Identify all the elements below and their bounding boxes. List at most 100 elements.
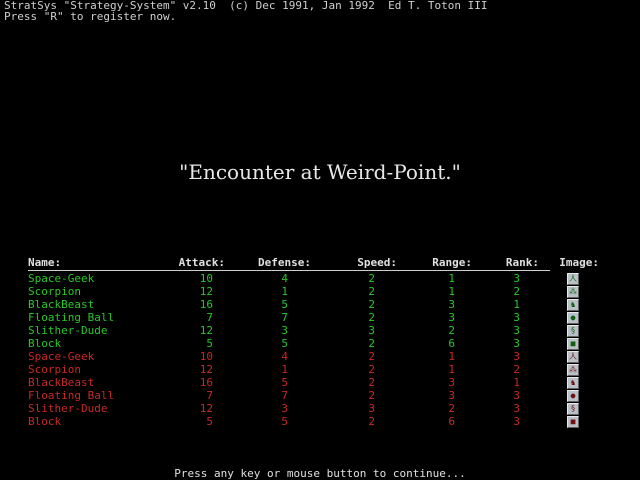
range-value: 1 — [448, 363, 455, 376]
speed-value: 2 — [368, 272, 375, 285]
unit-image-cell: 人 — [539, 350, 599, 363]
defense-value: 7 — [281, 389, 288, 402]
rank-value: 3 — [513, 402, 520, 415]
block-icon: ■ — [567, 416, 579, 428]
table-header-row: Name: Attack: Defense: Speed: Range: Ran… — [28, 256, 599, 269]
unit-name: Scorpion — [28, 285, 81, 298]
speed-value: 2 — [368, 350, 375, 363]
speed-value: 2 — [368, 298, 375, 311]
range-value: 2 — [448, 402, 455, 415]
unit-row: Block 5 5 2 6 3 ■ — [28, 337, 599, 350]
defense-value: 3 — [281, 402, 288, 415]
unit-image-cell: ■ — [539, 337, 599, 350]
attack-value: 12 — [199, 285, 213, 298]
attack-value: 7 — [206, 311, 213, 324]
rank-value: 1 — [513, 376, 520, 389]
unit-row: Slither-Dude 12 3 3 2 3 § — [28, 402, 599, 415]
unit-name: Slither-Dude — [28, 324, 108, 337]
unit-name: Space-Geek — [28, 272, 95, 285]
unit-name: Slither-Dude — [28, 402, 108, 415]
defense-value: 5 — [281, 376, 288, 389]
speed-value: 3 — [368, 402, 375, 415]
unit-image-cell: ■ — [539, 415, 599, 428]
attack-value: 16 — [199, 376, 213, 389]
defense-value: 4 — [281, 272, 288, 285]
unit-row: Slither-Dude 12 3 3 2 3 § — [28, 324, 599, 337]
range-value: 6 — [448, 415, 455, 428]
black-beast-icon: ♞ — [567, 299, 579, 311]
speed-value: 2 — [368, 337, 375, 350]
game-screen[interactable]: StratSys "Strategy-System" v2.10 (c) Dec… — [0, 0, 640, 480]
attack-value: 12 — [199, 324, 213, 337]
speed-value: 2 — [368, 376, 375, 389]
unit-table: Name: Attack: Defense: Speed: Range: Ran… — [28, 256, 599, 428]
speed-value: 2 — [368, 415, 375, 428]
range-value: 3 — [448, 389, 455, 402]
defense-value: 5 — [281, 415, 288, 428]
rank-value: 3 — [513, 350, 520, 363]
header-divider — [28, 270, 550, 271]
space-geek-icon: 人 — [567, 351, 579, 363]
defense-value: 3 — [281, 324, 288, 337]
unit-row: Floating Ball 7 7 2 3 3 ● — [28, 389, 599, 402]
range-value: 3 — [448, 298, 455, 311]
block-icon: ■ — [567, 338, 579, 350]
unit-image-cell: ♞ — [539, 298, 599, 311]
unit-name: Block — [28, 337, 62, 350]
rank-value: 3 — [513, 324, 520, 337]
continue-prompt: Press any key or mouse button to continu… — [174, 467, 466, 480]
floating-ball-icon: ● — [567, 312, 579, 324]
rank-value: 3 — [513, 415, 520, 428]
space-geek-icon: 人 — [567, 273, 579, 285]
col-defense: Defense: — [258, 256, 311, 269]
col-speed: Speed: — [357, 256, 397, 269]
attack-value: 5 — [206, 415, 213, 428]
defense-value: 7 — [281, 311, 288, 324]
defense-value: 5 — [281, 337, 288, 350]
attack-value: 16 — [199, 298, 213, 311]
unit-row: Scorpion 12 1 2 1 2 ⁂ — [28, 285, 599, 298]
unit-image-cell: ● — [539, 311, 599, 324]
unit-name: Scorpion — [28, 363, 81, 376]
rank-value: 2 — [513, 363, 520, 376]
speed-value: 3 — [368, 324, 375, 337]
unit-row: Space-Geek 10 4 2 1 3 人 — [28, 350, 599, 363]
unit-name: Floating Ball — [28, 311, 115, 324]
col-attack: Attack: — [178, 256, 225, 269]
black-beast-icon: ♞ — [567, 377, 579, 389]
unit-image-cell: ● — [539, 389, 599, 402]
unit-row: Space-Geek 10 4 2 1 3 人 — [28, 272, 599, 285]
unit-name: Block — [28, 415, 62, 428]
unit-row: Scorpion 12 1 2 1 2 ⁂ — [28, 363, 599, 376]
scorpion-icon: ⁂ — [567, 364, 579, 376]
defense-value: 5 — [281, 298, 288, 311]
scorpion-icon: ⁂ — [567, 286, 579, 298]
unit-image-cell: ⁂ — [539, 285, 599, 298]
range-value: 1 — [448, 350, 455, 363]
unit-name: BlackBeast — [28, 376, 95, 389]
range-value: 6 — [448, 337, 455, 350]
rank-value: 3 — [513, 389, 520, 402]
range-value: 3 — [448, 311, 455, 324]
attack-value: 10 — [199, 350, 213, 363]
attack-value: 5 — [206, 337, 213, 350]
unit-row: Floating Ball 7 7 2 3 3 ● — [28, 311, 599, 324]
unit-name: Space-Geek — [28, 350, 95, 363]
speed-value: 2 — [368, 311, 375, 324]
range-value: 1 — [448, 285, 455, 298]
scenario-title: "Encounter at Weird-Point." — [179, 160, 461, 184]
col-name: Name: — [28, 256, 62, 269]
unit-image-cell: 人 — [539, 272, 599, 285]
range-value: 3 — [448, 376, 455, 389]
attack-value: 12 — [199, 402, 213, 415]
unit-name: BlackBeast — [28, 298, 95, 311]
col-rank: Rank: — [505, 256, 539, 269]
defense-value: 4 — [281, 350, 288, 363]
range-value: 2 — [448, 324, 455, 337]
unit-row: BlackBeast 16 5 2 3 1 ♞ — [28, 298, 599, 311]
col-image: Image: — [559, 256, 599, 269]
attack-value: 10 — [199, 272, 213, 285]
unit-image-cell: § — [539, 402, 599, 415]
attack-value: 7 — [206, 389, 213, 402]
slither-dude-icon: § — [567, 403, 579, 415]
